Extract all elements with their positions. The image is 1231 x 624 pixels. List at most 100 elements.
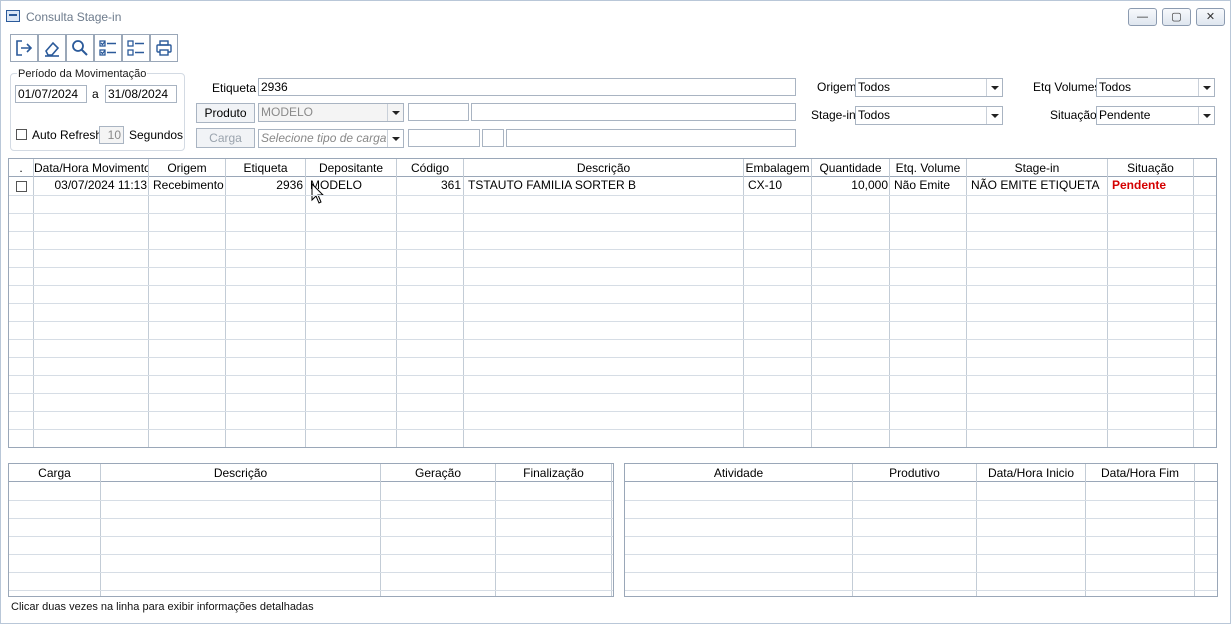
movements-grid[interactable]: . Data/Hora Movimento Origem Etiqueta De…: [8, 158, 1217, 448]
status-bar-text: Clicar duas vezes na linha para exibir i…: [11, 601, 314, 613]
col-situacao[interactable]: Situação: [1108, 159, 1194, 177]
col-data-hora-fim[interactable]: Data/Hora Fim: [1086, 464, 1195, 482]
col-produtivo[interactable]: Produtivo: [853, 464, 977, 482]
grid-row-line: [9, 357, 1216, 358]
cell-data-hora: 03/07/2024 11:13: [54, 178, 147, 192]
produto-desc-input[interactable]: [471, 103, 796, 121]
cell-descricao: TSTAUTO FAMILIA SORTER B: [468, 178, 637, 192]
auto-refresh-checkbox[interactable]: [16, 129, 27, 140]
situacao-select[interactable]: Pendente: [1096, 106, 1215, 125]
col-finalizacao[interactable]: Finalização: [496, 464, 612, 482]
grid-column-line: [148, 177, 149, 447]
col-carga[interactable]: Carga: [9, 464, 101, 482]
grid-column-line: [743, 177, 744, 447]
col-geracao[interactable]: Geração: [381, 464, 496, 482]
check-all-button[interactable]: [94, 34, 122, 62]
col-etiqueta[interactable]: Etiqueta: [226, 159, 306, 177]
col-quantidade[interactable]: Quantidade: [812, 159, 890, 177]
col-select[interactable]: .: [9, 159, 34, 177]
col-stage-in[interactable]: Stage-in: [967, 159, 1108, 177]
grid-column-line: [811, 177, 812, 447]
carga-desc-input[interactable]: [506, 129, 796, 147]
app-icon: [6, 10, 20, 22]
date-from-input[interactable]: 01/07/2024: [15, 85, 87, 103]
grid-row-line: [9, 339, 1216, 340]
grid-row-line: [625, 518, 1217, 519]
grid-row-line: [9, 429, 1216, 430]
grid-column-line: [1193, 177, 1194, 447]
produto-select[interactable]: MODELO: [258, 103, 404, 122]
grid-row-line: [9, 285, 1216, 286]
carga-placeholder: Selecione tipo de carga: [261, 131, 387, 145]
carga-button[interactable]: Carga: [196, 128, 255, 148]
main-window: Consulta Stage-in — ▢ ✕ Período da Movim…: [0, 0, 1231, 624]
chevron-down-icon: [387, 104, 403, 121]
col-descricao[interactable]: Descrição: [464, 159, 744, 177]
origem-value: Todos: [858, 80, 891, 94]
title-bar: Consulta Stage-in — ▢ ✕: [1, 1, 1230, 31]
auto-refresh-label: Auto Refresh: [32, 128, 103, 142]
cell-quantidade: 10,000: [851, 178, 888, 192]
uncheck-all-button[interactable]: [122, 34, 150, 62]
cell-origem: Recebimento: [153, 178, 224, 192]
grid-column-line: [889, 177, 890, 447]
print-button[interactable]: [150, 34, 178, 62]
stagein-label: Stage-in: [811, 108, 856, 122]
situacao-value: Pendente: [1099, 108, 1151, 122]
atividade-grid[interactable]: Atividade Produtivo Data/Hora Inicio Dat…: [624, 463, 1218, 597]
col-atividade[interactable]: Atividade: [625, 464, 853, 482]
col-data-hora-inicio[interactable]: Data/Hora Inicio: [977, 464, 1086, 482]
grid-row-line: [9, 321, 1216, 322]
eraser-icon: [45, 41, 60, 57]
table-row[interactable]: 03/07/2024 11:13 Recebimento 2936 MODELO…: [9, 177, 1216, 195]
col-carga-descricao[interactable]: Descrição: [101, 464, 381, 482]
col-codigo[interactable]: Código: [397, 159, 464, 177]
grid-row-line: [625, 500, 1217, 501]
col-etq-volume[interactable]: Etq. Volume: [890, 159, 967, 177]
cell-etq-volume: Não Emite: [894, 178, 951, 192]
window-title: Consulta Stage-in: [26, 10, 122, 24]
grid-column-line: [225, 177, 226, 447]
grid-row-line: [9, 590, 613, 591]
produto-code-input[interactable]: [408, 103, 469, 121]
cell-codigo: 361: [440, 178, 461, 192]
maximize-button[interactable]: ▢: [1162, 8, 1191, 26]
etiqueta-input[interactable]: 2936: [258, 78, 796, 96]
cell-embalagem: CX-10: [748, 178, 783, 192]
refresh-seconds-input[interactable]: 10: [99, 126, 124, 144]
row-checkbox[interactable]: [16, 181, 27, 192]
grid-row-line: [9, 249, 1216, 250]
toolbar: [10, 34, 178, 63]
etq-volumes-value: Todos: [1099, 80, 1132, 94]
periodo-legend: Período da Movimentação: [17, 68, 148, 80]
exit-button[interactable]: [10, 34, 38, 62]
stagein-select[interactable]: Todos: [855, 106, 1003, 125]
carga-type-select[interactable]: Selecione tipo de carga: [258, 129, 404, 148]
minimize-button[interactable]: —: [1128, 8, 1157, 26]
origem-label: Origem: [817, 80, 857, 94]
exit-icon: [16, 40, 33, 56]
search-button[interactable]: [66, 34, 94, 62]
grid-column-line: [966, 177, 967, 447]
etq-volumes-select[interactable]: Todos: [1096, 78, 1215, 97]
grid-row-line: [9, 393, 1216, 394]
produto-button[interactable]: Produto: [196, 103, 255, 123]
origem-select[interactable]: Todos: [855, 78, 1003, 97]
col-data-hora[interactable]: Data/Hora Movimento: [34, 159, 149, 177]
carga-code-input[interactable]: [408, 129, 480, 147]
carga-extra-input[interactable]: [482, 129, 504, 147]
cell-situacao: Pendente: [1112, 178, 1167, 192]
grid-column-line: [396, 177, 397, 447]
carga-grid[interactable]: Carga Descrição Geração Finalização: [8, 463, 614, 597]
clear-button[interactable]: [38, 34, 66, 62]
grid-row-line: [9, 536, 613, 537]
close-button[interactable]: ✕: [1196, 8, 1225, 26]
col-embalagem[interactable]: Embalagem: [744, 159, 812, 177]
date-to-input[interactable]: 31/08/2024: [105, 85, 177, 103]
chevron-down-icon: [387, 130, 403, 147]
col-origem[interactable]: Origem: [149, 159, 226, 177]
print-icon: [156, 40, 172, 56]
chevron-down-icon: [1198, 107, 1214, 124]
grid-column-line: [33, 177, 34, 447]
col-depositante[interactable]: Depositante: [306, 159, 397, 177]
